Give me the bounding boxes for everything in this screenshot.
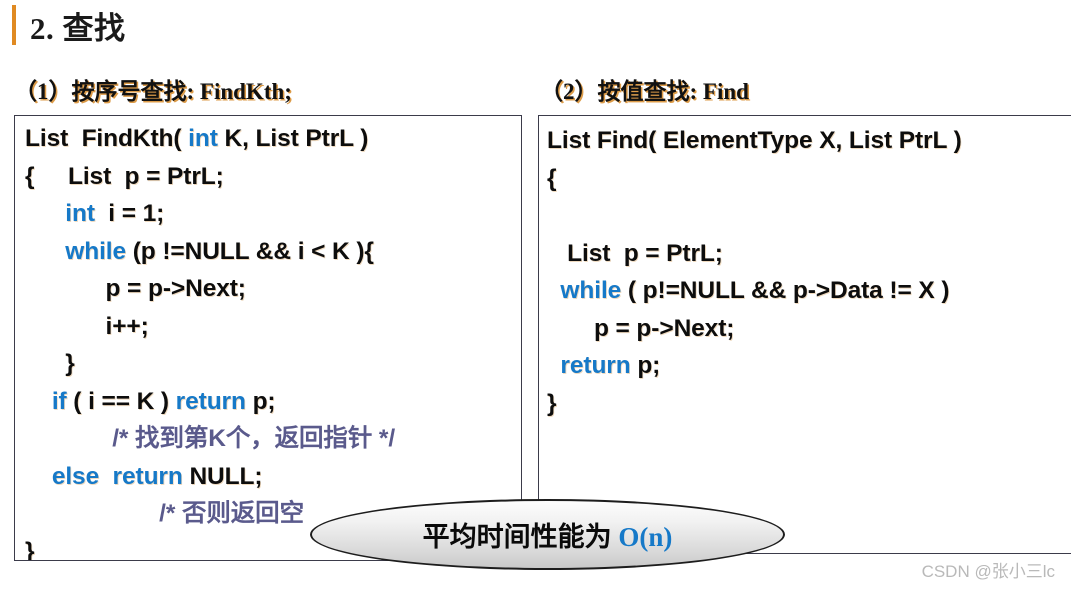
code-text-plain: K, List PtrL ) <box>217 125 369 152</box>
code-line: p = p->Next; <box>539 310 1071 348</box>
code-text-plain: ( p!=NULL && p->Data != X ) <box>621 277 950 304</box>
code-text-plain <box>99 463 112 490</box>
code-text-plain: } <box>547 389 557 417</box>
code-text-plain <box>547 202 554 229</box>
code-text-plain <box>25 463 52 490</box>
keyword-return: return <box>112 462 183 490</box>
code-text-plain: } <box>25 350 75 377</box>
code-text-plain <box>25 238 65 265</box>
code-line: else return NULL; <box>15 458 521 496</box>
complexity-callout-text: 平均时间性能为 O(n) <box>423 515 673 554</box>
section-heading-find: （2）按值查找: Find <box>540 79 749 104</box>
code-listing-findkth: List FindKth( int K, List PtrL ) { List … <box>15 116 521 561</box>
code-line: List FindKth( int K, List PtrL ) <box>15 120 521 158</box>
code-line: { <box>539 160 1071 198</box>
code-text-plain: p = p->Next; <box>547 314 735 342</box>
code-text-plain: NULL; <box>182 462 263 490</box>
code-text-plain: i = 1; <box>94 200 165 227</box>
code-line: List Find( ElementType X, List PtrL ) <box>539 122 1071 160</box>
code-line <box>539 197 1071 235</box>
code-line: while ( p!=NULL && p->Data != X ) <box>539 272 1071 310</box>
complexity-callout-ellipse: 平均时间性能为 O(n) <box>310 499 785 570</box>
code-box-findkth: List FindKth( int K, List PtrL ) { List … <box>14 115 522 561</box>
code-line: return p; <box>539 347 1071 385</box>
code-line: } <box>15 345 521 383</box>
keyword-if: if <box>51 387 67 415</box>
code-text-plain <box>547 277 560 304</box>
slide-title-row: 2. 查找 <box>0 2 126 48</box>
code-text-plain: ( i == K ) <box>66 387 176 415</box>
code-line: int i = 1; <box>15 195 521 233</box>
code-text-plain: i++; <box>25 312 149 340</box>
code-line: } <box>539 385 1071 423</box>
code-text-plain: { <box>547 164 557 192</box>
keyword-int: int <box>188 125 218 152</box>
keyword-while: while <box>65 237 127 265</box>
code-line: List p = PtrL; <box>539 235 1071 273</box>
code-box-find: List Find( ElementType X, List PtrL ) { … <box>538 115 1071 554</box>
code-text-plain: (p !=NULL && i < K ){ <box>126 237 374 265</box>
section-heading-findkth: （1）按序号查找: FindKth; <box>14 79 292 104</box>
code-line: i++; <box>15 308 521 346</box>
callout-bigo: O(n) <box>618 522 673 552</box>
code-text-plain: p; <box>245 387 276 415</box>
code-text-plain: { List p = PtrL; <box>25 162 224 190</box>
csdn-watermark: CSDN @张小三lc <box>921 562 1055 581</box>
keyword-return: return <box>175 387 246 415</box>
keyword-while: while <box>560 277 622 304</box>
code-text-plain: List p = PtrL; <box>547 239 723 267</box>
code-text-plain: } <box>25 537 35 561</box>
code-text-plain: p = p->Next; <box>25 275 246 302</box>
callout-label: 平均时间性能为 <box>422 522 619 552</box>
code-line: while (p !=NULL && i < K ){ <box>15 233 521 271</box>
code-text-plain: List Find( ElementType X, List PtrL ) <box>547 127 962 154</box>
title-accent-bar <box>12 5 16 45</box>
code-line: if ( i == K ) return p; <box>15 383 521 421</box>
keyword-int: int <box>65 200 95 227</box>
code-line: { List p = PtrL; <box>15 158 521 196</box>
code-comment: /* 找到第K个，返回指针 */ <box>25 425 396 452</box>
code-line: p = p->Next; <box>15 270 521 308</box>
code-text-plain: p; <box>630 352 661 379</box>
code-text-plain <box>25 388 52 415</box>
code-text-plain <box>547 352 560 379</box>
code-text-plain <box>25 200 65 227</box>
code-text-plain: List FindKth( <box>25 125 189 152</box>
keyword-else: else <box>51 462 100 490</box>
keyword-return: return <box>560 352 631 379</box>
page-title: 2. 查找 <box>30 10 126 46</box>
code-listing-find: List Find( ElementType X, List PtrL ) { … <box>539 116 1071 422</box>
